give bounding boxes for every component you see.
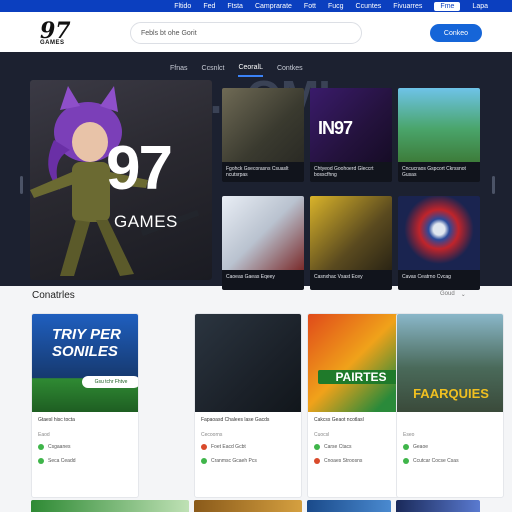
next-row-card[interactable]	[31, 500, 189, 512]
search-input[interactable]: Febls bt ohe Gorit	[130, 22, 362, 44]
card-image-title: PAIRTES	[318, 370, 404, 384]
card-row-text: Csgaanes	[48, 444, 71, 450]
nav-link[interactable]: Ftsta	[227, 3, 243, 10]
nav-link[interactable]: Fltido	[174, 3, 191, 10]
next-row-card[interactable]	[307, 500, 391, 512]
game-card[interactable]: FAARQUIES Eseo Geaoe Ccutcar Cocse Csas	[396, 313, 504, 498]
tile-caption: Cavas Ceatrno Cvcag	[402, 274, 451, 280]
carousel-prev-arrow[interactable]	[20, 176, 23, 194]
tile-caption: Casnxhac Vsast Ecey	[314, 274, 363, 280]
card-row-text: Seca Ceadd	[48, 458, 76, 464]
game-card[interactable]: Fapaoasd Chalees lase Gacds Cecoorns Foe…	[194, 313, 302, 498]
nav-link-active[interactable]: Fme	[434, 1, 461, 11]
chevron-down-icon: ⌄	[460, 292, 466, 298]
game-tile[interactable]: IN97 Chtyeod Goohoerd Gleccrt bosscfhng	[310, 88, 392, 182]
status-dot-icon	[38, 458, 44, 464]
game-tile[interactable]: Casnxhac Vsast Ecey	[310, 196, 392, 290]
logo[interactable]: 97 GAMES	[40, 20, 80, 50]
status-dot-icon	[403, 444, 409, 450]
card-row: Seca Ceadd	[38, 458, 76, 464]
status-dot-icon	[201, 458, 207, 464]
top-nav: Fltido Fed Ftsta Camprarate Fott Fucg Cc…	[0, 0, 512, 12]
card-meta: Cuocsl	[314, 432, 330, 438]
feature-label: GAMES	[114, 212, 178, 231]
card-row: Foet Eacd Gcbt	[201, 444, 246, 450]
card-title: Fapaoasd Chalees lase Gacds	[201, 417, 270, 423]
status-dot-icon	[314, 458, 320, 464]
feature-number: 97	[106, 134, 173, 203]
tile-image	[222, 196, 304, 270]
status-dot-icon	[403, 458, 409, 464]
card-row-text: Geaoe	[413, 444, 429, 450]
nav-link[interactable]: Fed	[203, 3, 215, 10]
header-button[interactable]: Conkeo	[430, 24, 482, 42]
nav-link[interactable]: Lapa	[472, 3, 488, 10]
search-text: Febls bt ohe Gorit	[141, 29, 197, 37]
tile-caption: Cncucraos Gspcort Ckrssnot Gusas	[402, 166, 466, 178]
game-card[interactable]: TRIY PER SONILES Gsu tchr Fhtve Gtaesl h…	[31, 313, 139, 498]
nav-link[interactable]: Fucg	[328, 3, 344, 10]
tile-image	[310, 196, 392, 270]
hero-tab[interactable]: Ffnas	[170, 65, 188, 76]
card-row: Cranmsc Gcaeh Pcs	[201, 458, 257, 464]
status-dot-icon	[201, 444, 207, 450]
card-title: Gtaesl hisc tocta	[38, 417, 75, 423]
nav-link[interactable]: Ccuntes	[356, 3, 382, 10]
next-row-card[interactable]	[396, 500, 480, 512]
hero-tab[interactable]: Ccsnlct	[202, 65, 225, 76]
sort-select[interactable]: Goud ⌄	[440, 291, 466, 298]
tile-caption: Caoeas Gaeas Eqeey	[226, 274, 275, 280]
hero-tab[interactable]: Contkes	[277, 65, 303, 76]
card-meta: Eseo	[403, 432, 415, 438]
card-meta: Cecoorns	[201, 432, 223, 438]
tile-image	[398, 88, 480, 162]
nav-link[interactable]: Fott	[304, 3, 316, 10]
card-row: Ccutcar Cocse Csas	[403, 458, 459, 464]
card-row: Csgaanes	[38, 444, 71, 450]
card-image-title: TRIY PER SONILES	[52, 326, 121, 360]
next-row-card[interactable]	[194, 500, 302, 512]
status-dot-icon	[314, 444, 320, 450]
nav-link[interactable]: Fivuarres	[393, 3, 422, 10]
hero-tabs: Ffnas Ccsnlct CeoralL Contkes	[170, 62, 303, 78]
card-row: Carse Ctacs	[314, 444, 352, 450]
card-row-text: Foet Eacd Gcbt	[211, 444, 246, 450]
tile-image	[222, 88, 304, 162]
hero-tab-active[interactable]: CeoralL	[238, 64, 263, 77]
card-row-text: Ccutcar Cocse Csas	[413, 458, 459, 464]
tile-image	[398, 196, 480, 270]
card-row-text: Cranmsc Gcaeh Pcs	[211, 458, 257, 464]
game-tile[interactable]: Cncucraos Gspcort Ckrssnot Gusas	[398, 88, 480, 182]
tile-brand: IN97	[318, 118, 353, 138]
card-play-button[interactable]: Gsu tchr Fhtve	[82, 376, 138, 388]
featured-game-card[interactable]: 97 GAMES	[30, 80, 212, 280]
logo-text: GAMES	[40, 40, 65, 46]
site-header: 97 GAMES Febls bt ohe Gorit Conkeo	[0, 12, 512, 52]
card-image-title: FAARQUIES	[413, 386, 489, 401]
game-tile[interactable]: Caoeas Gaeas Eqeey	[222, 196, 304, 290]
sort-select-value: Goud	[440, 291, 455, 297]
card-meta: Eaod	[38, 432, 50, 438]
card-row-text: Cnoaes Stroosns	[324, 458, 363, 464]
card-row: Cnoaes Stroosns	[314, 458, 362, 464]
game-tile[interactable]: Cavas Ceatrno Cvcag	[398, 196, 480, 290]
logo-number: 97	[40, 18, 71, 44]
tile-caption: Chtyeod Goohoerd Gleccrt bosscfhng	[314, 166, 374, 178]
game-tile[interactable]: Fgohck Gsecorasns Csuaslt ncutsrpas	[222, 88, 304, 182]
card-row-text: Carse Ctacs	[324, 444, 352, 450]
section-title: Conatrles	[32, 290, 75, 301]
status-dot-icon	[38, 444, 44, 450]
tile-caption: Fgohck Gsecorasns Csuaslt ncutsrpas	[226, 166, 289, 178]
card-image	[195, 314, 301, 412]
card-row: Geaoe	[403, 444, 428, 450]
carousel-next-arrow[interactable]	[492, 176, 495, 194]
nav-link[interactable]: Camprarate	[255, 3, 292, 10]
